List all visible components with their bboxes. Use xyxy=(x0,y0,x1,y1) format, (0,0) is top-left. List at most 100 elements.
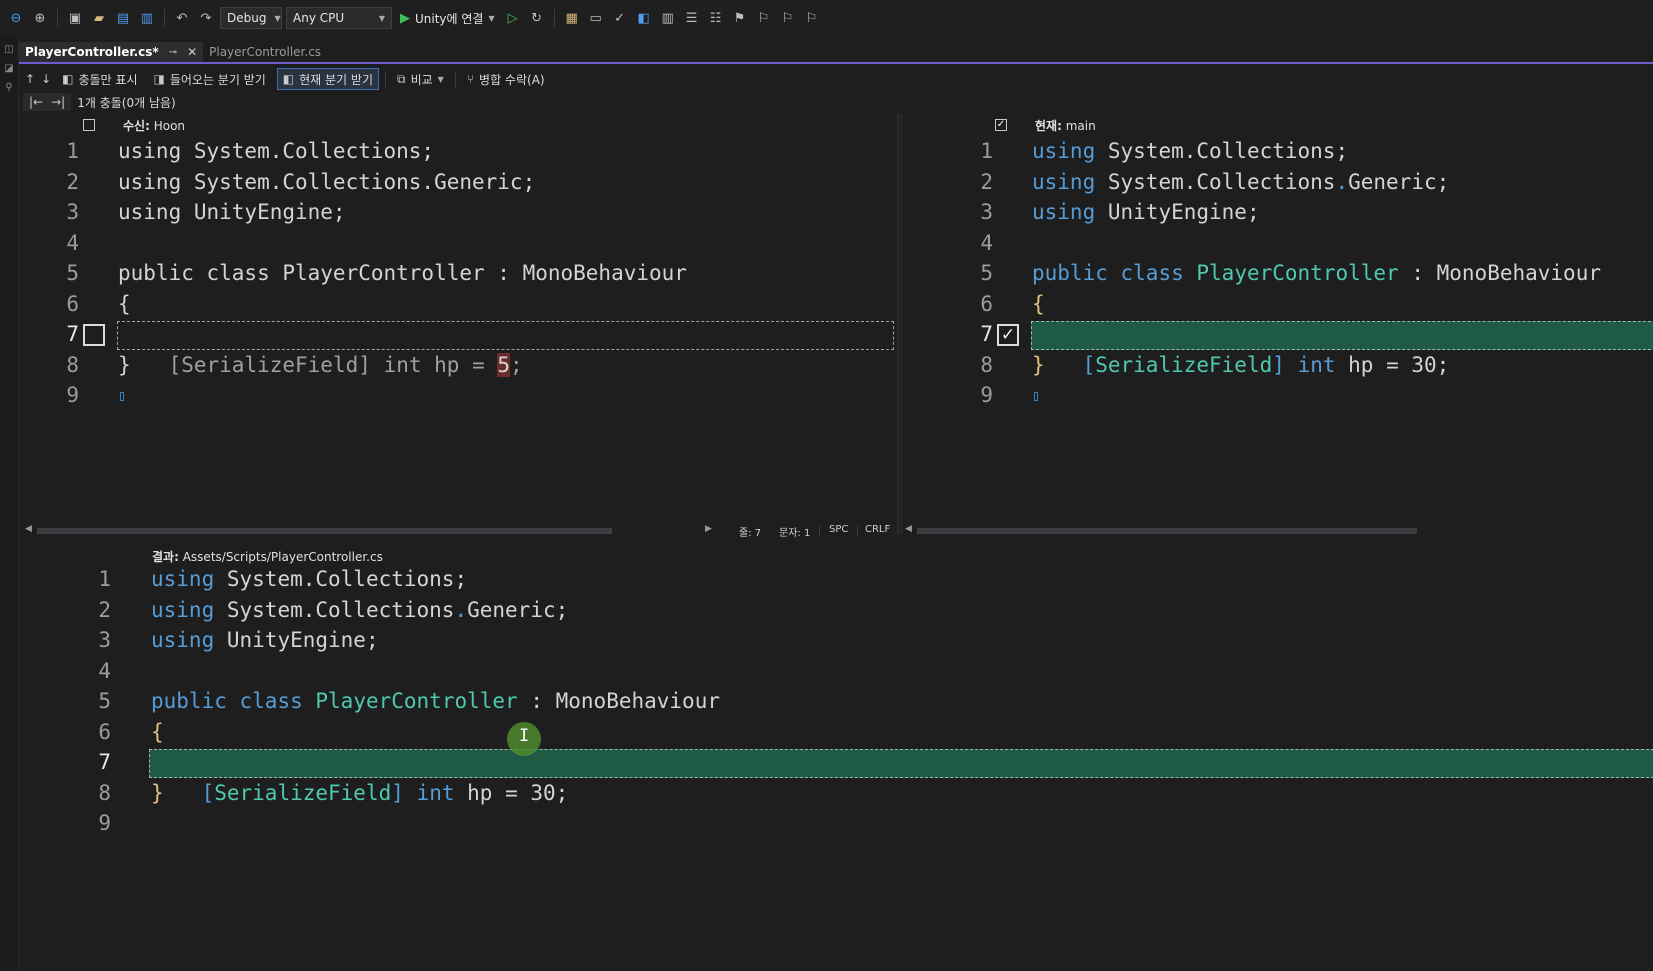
code-line: using System.Collections; xyxy=(118,139,435,163)
bookmark-icon[interactable]: ⚑ xyxy=(730,8,750,28)
line-number: 8 xyxy=(98,780,111,805)
line-number: 5 xyxy=(980,261,993,285)
current-code: 1 using System.Collections; 2 using System… xyxy=(903,136,1653,411)
folder-icon[interactable]: ▦ xyxy=(562,8,582,28)
compare-label: 비교 xyxy=(410,72,433,87)
attach-unity-button[interactable]: ▶ Unity에 연결 ▼ xyxy=(396,10,499,27)
tab-label: PlayerController.cs xyxy=(209,45,322,59)
pin-icon[interactable]: ⊸ xyxy=(169,47,177,58)
status-line-ending[interactable]: CRLF xyxy=(865,524,890,535)
spellcheck-icon[interactable]: ✓ xyxy=(610,8,630,28)
conflict-count: 1개 충돌(0개 남음) xyxy=(77,95,176,110)
conflict-nav: |← →| xyxy=(23,93,72,111)
line-number: 9 xyxy=(980,383,993,407)
line-number: 2 xyxy=(980,169,993,194)
current-accept-checkbox[interactable]: ✓ xyxy=(995,119,1007,131)
line-number: 8 xyxy=(66,352,79,377)
hot-reload-icon[interactable]: ↻ xyxy=(527,8,547,28)
status-char[interactable]: 문자: 1 xyxy=(779,524,810,539)
line-number: 3 xyxy=(980,200,993,224)
undo-icon[interactable]: ↶ xyxy=(172,8,192,28)
document-tab-bar: PlayerController.cs* ⊸ ✕ PlayerControlle… xyxy=(19,42,1653,64)
incoming-pane-header: 수신: Hoon xyxy=(83,116,185,134)
configuration-value: Debug xyxy=(227,11,267,25)
layout-icon[interactable]: ▭ xyxy=(586,8,606,28)
take-current-label: 현재 분기 받기 xyxy=(299,72,373,87)
open-folder-icon[interactable]: ▰ xyxy=(89,8,109,28)
compare-icon: ⧉ xyxy=(397,71,406,86)
line-number: 5 xyxy=(98,689,111,713)
result-pane[interactable]: 결과: Assets/Scripts/PlayerController.cs 1… xyxy=(19,545,1653,971)
code-line: public class PlayerController : MonoBeha… xyxy=(118,261,687,285)
close-icon[interactable]: ✕ xyxy=(187,45,197,59)
start-without-debug-icon[interactable]: ▷ xyxy=(503,8,523,28)
toolbar-separator xyxy=(385,71,386,87)
compare-button[interactable]: ⧉ 비교 ▼ xyxy=(392,68,449,90)
save-all-icon[interactable]: ▥ xyxy=(137,8,157,28)
incoming-line-checkbox[interactable] xyxy=(83,324,105,346)
line-number: 1 xyxy=(980,139,993,163)
chevron-down-icon: ▼ xyxy=(274,13,281,23)
take-incoming-button[interactable]: ◨ 들어오는 분기 받기 xyxy=(148,68,270,90)
line-number: 3 xyxy=(98,628,111,652)
redo-icon[interactable]: ↷ xyxy=(196,8,216,28)
first-conflict-icon[interactable]: |← xyxy=(29,95,43,109)
eol-marker xyxy=(120,392,124,401)
line-number: 4 xyxy=(98,658,111,683)
code-line: } xyxy=(118,352,131,377)
last-conflict-icon[interactable]: →| xyxy=(51,95,65,109)
status-whitespace[interactable]: SPC xyxy=(829,524,848,535)
incoming-accept-checkbox[interactable] xyxy=(83,119,95,131)
right-horizontal-scrollbar[interactable] xyxy=(917,528,1417,534)
chevron-down-icon: ▼ xyxy=(437,74,444,84)
line-number: 2 xyxy=(98,597,111,622)
scroll-left-icon[interactable]: ◀ xyxy=(25,524,32,534)
incoming-pane[interactable]: 수신: Hoon 1 using System.Collections; 2 usi… xyxy=(19,114,897,522)
breakpoint-icon[interactable]: ◧ xyxy=(634,8,654,28)
current-pane[interactable]: ✓ 현재: main 1 using System.Collections; 2u… xyxy=(903,114,1653,522)
toolbar-separator xyxy=(164,9,165,27)
line-number: 3 xyxy=(66,200,79,224)
accept-merge-button[interactable]: ⑂ 병합 수락(A) xyxy=(462,68,550,90)
bookmark-prev-icon[interactable]: ⚐ xyxy=(754,8,774,28)
scroll-right-icon[interactable]: ▶ xyxy=(705,524,712,534)
line-number: 6 xyxy=(980,291,993,316)
back-icon[interactable]: ⊖ xyxy=(6,8,26,28)
conflicts-only-button[interactable]: ◧ 충돌만 표시 xyxy=(57,68,142,90)
bookmark-clear-icon[interactable]: ⚐ xyxy=(802,8,822,28)
indent-icon[interactable]: ☰ xyxy=(682,8,702,28)
columns-icon[interactable]: ▥ xyxy=(658,8,678,28)
take-current-button[interactable]: ◧ 현재 분기 받기 xyxy=(276,68,379,90)
platform-select[interactable]: Any CPU ▼ xyxy=(286,7,392,29)
left-horizontal-scrollbar[interactable] xyxy=(37,528,612,534)
toolbar-separator xyxy=(553,9,555,27)
status-line[interactable]: 줄: 7 xyxy=(739,524,761,539)
line-number: 6 xyxy=(98,719,111,744)
tab-playercontroller[interactable]: PlayerController.cs xyxy=(203,42,327,62)
bookmark-next-icon[interactable]: ⚐ xyxy=(778,8,798,28)
new-project-icon[interactable]: ▣ xyxy=(65,8,85,28)
incoming-icon: ◨ xyxy=(153,72,165,86)
conflict-status-bar: |← →| 1개 충돌(0개 남음) xyxy=(19,92,1653,112)
line-number: 1 xyxy=(66,139,79,163)
arrow-down-icon[interactable]: ↓ xyxy=(41,72,51,86)
server-explorer-tab-icon[interactable]: ◪ xyxy=(0,63,18,74)
tab-label: PlayerController.cs* xyxy=(25,45,159,59)
outdent-icon[interactable]: ☷ xyxy=(706,8,726,28)
main-toolbar: ⊖ ⊕ ▣ ▰ ▤ ▥ ↶ ↷ Debug ▼ Any CPU ▼ ▶ Unity에… xyxy=(0,0,1653,36)
configuration-select[interactable]: Debug ▼ xyxy=(220,7,282,29)
current-line-checkbox[interactable]: ✓ xyxy=(997,324,1019,346)
toolbox-tab-icon[interactable]: ◫ xyxy=(0,44,18,55)
save-icon[interactable]: ▤ xyxy=(113,8,133,28)
current-branch: main xyxy=(1065,118,1096,133)
ibeam-cursor-icon: I xyxy=(519,726,530,746)
arrow-up-icon[interactable]: ↑ xyxy=(25,72,35,86)
editor-status-strip: ◀ ▶ 줄: 7 문자: 1 SPC CRLF ◀ xyxy=(19,524,1653,539)
line-number: 2 xyxy=(66,169,79,194)
scroll-left-icon[interactable]: ◀ xyxy=(905,524,912,534)
attach-unity-label: Unity에 연결 xyxy=(415,11,484,26)
tab-playercontroller-modified[interactable]: PlayerController.cs* ⊸ ✕ xyxy=(19,42,204,62)
git-tab-icon[interactable]: ⚲ xyxy=(0,82,18,93)
take-incoming-label: 들어오는 분기 받기 xyxy=(169,72,266,87)
forward-icon[interactable]: ⊕ xyxy=(30,8,50,28)
